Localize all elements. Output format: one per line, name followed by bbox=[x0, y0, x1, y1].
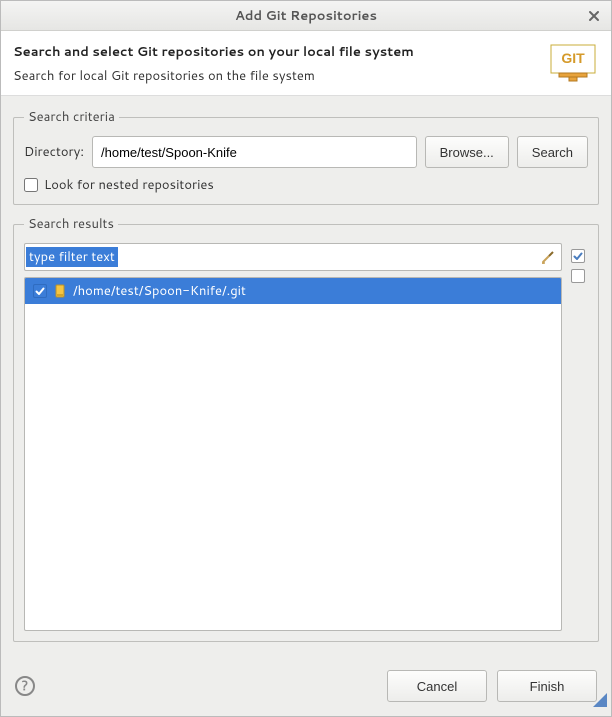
directory-input[interactable] bbox=[92, 136, 417, 168]
select-all-button[interactable] bbox=[571, 249, 585, 263]
filter-selection: type filter text bbox=[26, 247, 118, 267]
svg-text:GIT: GIT bbox=[561, 50, 585, 66]
search-criteria-group: Search criteria Directory: Browse... Sea… bbox=[13, 108, 599, 205]
search-results-legend: Search results bbox=[24, 215, 118, 233]
wizard-title: Search and select Git repositories on yo… bbox=[13, 43, 414, 61]
directory-label: Directory: bbox=[24, 143, 84, 161]
repository-icon bbox=[53, 284, 67, 298]
help-button[interactable]: ? bbox=[15, 676, 35, 696]
close-button[interactable] bbox=[585, 7, 603, 25]
git-icon: GIT bbox=[547, 43, 599, 83]
search-results-group: Search results type filter text bbox=[13, 215, 599, 642]
wizard-description: Search for local Git repositories on the… bbox=[13, 67, 414, 85]
browse-button[interactable]: Browse... bbox=[425, 136, 509, 168]
cancel-button[interactable]: Cancel bbox=[387, 670, 487, 702]
nested-repos-label: Look for nested repositories bbox=[44, 176, 214, 194]
window-title: Add Git Repositories bbox=[235, 7, 377, 25]
search-criteria-legend: Search criteria bbox=[24, 108, 119, 126]
finish-button[interactable]: Finish bbox=[497, 670, 597, 702]
result-checkbox[interactable] bbox=[33, 284, 47, 298]
deselect-all-button[interactable] bbox=[571, 269, 585, 283]
titlebar: Add Git Repositories bbox=[1, 1, 611, 31]
dialog-content: Search criteria Directory: Browse... Sea… bbox=[1, 96, 611, 660]
result-item[interactable]: /home/test/Spoon-Knife/.git bbox=[25, 278, 561, 304]
dialog-window: Add Git Repositories Search and select G… bbox=[0, 0, 612, 717]
result-path: /home/test/Spoon-Knife/.git bbox=[73, 282, 246, 300]
nested-repos-checkbox[interactable] bbox=[24, 178, 38, 192]
results-list[interactable]: /home/test/Spoon-Knife/.git bbox=[24, 277, 562, 631]
filter-row: type filter text bbox=[24, 243, 562, 271]
wizard-header: Search and select Git repositories on yo… bbox=[1, 31, 611, 96]
search-button[interactable]: Search bbox=[517, 136, 588, 168]
dialog-footer: ? Cancel Finish bbox=[1, 660, 611, 716]
resize-grip-icon[interactable] bbox=[593, 693, 607, 712]
